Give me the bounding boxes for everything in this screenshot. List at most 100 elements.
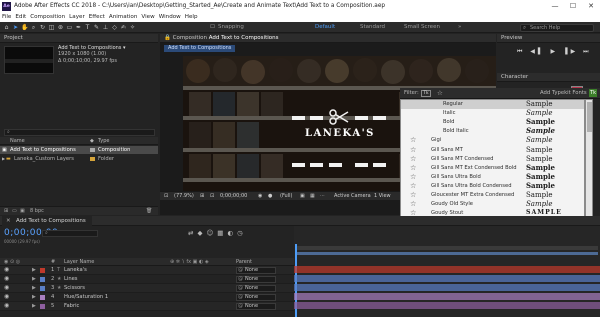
hand-tool-icon[interactable]: ✋ (21, 24, 28, 31)
parent-dropdown[interactable]: @ None (236, 276, 276, 283)
layer-label-color[interactable] (40, 304, 45, 309)
visibility-eye-icon[interactable]: ◉ (4, 302, 9, 311)
project-col-name[interactable]: Name (10, 137, 25, 145)
show-channel-icon[interactable]: ● (268, 192, 272, 201)
favorite-star-icon[interactable]: ☆ (410, 135, 416, 145)
twirl-arrow-icon[interactable]: ▶ (32, 266, 36, 275)
font-list-item[interactable]: Bold Italic Sample (401, 126, 584, 136)
shy-layers-icon[interactable]: ☺ (206, 229, 217, 237)
add-typekit-fonts-link[interactable]: Add Typekit Fonts (540, 90, 587, 96)
workspace-overflow-icon[interactable]: » (458, 24, 461, 30)
workspace-standard[interactable]: Standard (360, 24, 385, 30)
region-of-interest-icon[interactable]: ▣ (300, 192, 305, 201)
work-area-bar[interactable] (296, 246, 598, 250)
layer-label-color[interactable] (40, 268, 45, 273)
composition-timecode[interactable]: 0;00;00;00 (220, 192, 247, 201)
motion-blur-icon[interactable]: ◐ (227, 229, 237, 237)
composition-panel-title[interactable]: Composition (173, 35, 207, 41)
font-list-item[interactable]: ☆ Gill Sans Ultra Bold Sample (401, 172, 584, 182)
composition-zoom[interactable]: (77.9%) (174, 192, 194, 201)
menu-layer[interactable]: Layer (69, 14, 85, 20)
parent-dropdown[interactable]: @ None (236, 294, 276, 301)
layer-row[interactable]: ◉ ▶ 3 ★ Scissors @ None (0, 284, 294, 293)
font-list-item[interactable]: ☆ Gill Sans MT Condensed Sample (401, 154, 584, 164)
project-bpc[interactable]: 8 bpc (30, 207, 44, 216)
layer-name[interactable]: Scissors (64, 284, 85, 293)
font-list-item[interactable]: Bold Sample (401, 117, 584, 127)
preview-panel-title[interactable]: Preview (497, 34, 600, 43)
visibility-eye-icon[interactable]: ◉ (4, 293, 9, 302)
layer-row[interactable]: ◉ ▶ 5 Fabric @ None (0, 302, 294, 311)
typekit-filter-icon[interactable]: Tk (421, 90, 431, 97)
character-panel-title[interactable]: Character (497, 73, 600, 82)
workspace-default[interactable]: Default (315, 24, 335, 30)
col-parent[interactable]: Parent (236, 258, 252, 266)
visibility-eye-icon[interactable]: ◉ (4, 275, 9, 284)
frame-blending-icon[interactable]: ▦ (217, 229, 227, 237)
zoom-tool-icon[interactable]: ⌕ (30, 24, 37, 31)
always-preview-icon[interactable]: ⊡ (164, 192, 168, 201)
parent-dropdown[interactable]: @ None (236, 285, 276, 292)
project-search-input[interactable]: ⌕ (4, 129, 155, 136)
favorites-filter-icon[interactable]: ☆ (437, 89, 443, 97)
close-tab-icon[interactable]: ✕ (6, 216, 11, 226)
selection-tool-icon[interactable]: ➤ (12, 24, 19, 31)
type-tool-icon[interactable]: T (84, 24, 91, 31)
font-list-item[interactable]: ☆ Gill Sans MT Ext Condensed Bold Sample (401, 163, 584, 173)
project-item-composition[interactable]: ▣ Add Text to Compositions Composition (0, 146, 158, 154)
pickwhip-icon[interactable]: @ (238, 295, 243, 300)
twirl-arrow-icon[interactable]: ▶ (32, 302, 36, 311)
pickwhip-icon[interactable]: @ (238, 268, 243, 273)
3d-renderer-icon[interactable]: ⋯ (320, 192, 325, 201)
twirl-arrow-icon[interactable]: ▶ (32, 293, 36, 302)
timeline-tab[interactable]: ✕ Add Text to Compositions (2, 216, 92, 226)
font-list-item[interactable]: ☆ Gill Sans MT Sample (401, 145, 584, 155)
snapshot-icon[interactable]: ◉ (258, 192, 262, 201)
views-dropdown[interactable]: 1 View (374, 192, 391, 201)
minimize-button[interactable]: — (546, 0, 564, 12)
transparency-grid-icon[interactable]: ▦ (310, 192, 315, 201)
visibility-eye-icon[interactable]: ◉ (4, 266, 9, 275)
menu-animation[interactable]: Animation (109, 14, 138, 20)
snapping-checkbox-icon[interactable]: ☐ (209, 24, 216, 31)
project-item-folder[interactable]: ▶ ▬ Laneka_Custom Layers Folder (0, 155, 158, 163)
composition-panel-name[interactable]: Add Text to Compositions (209, 35, 279, 41)
twirl-arrow-icon[interactable]: ▶ (32, 284, 36, 293)
menu-edit[interactable]: Edit (15, 14, 26, 20)
interpret-footage-icon[interactable]: ⊞ (4, 207, 8, 216)
layer-name[interactable]: Laneka's (64, 266, 87, 275)
menu-view[interactable]: View (141, 14, 154, 20)
pickwhip-icon[interactable]: @ (238, 277, 243, 282)
close-button[interactable]: ✕ (582, 0, 600, 12)
pan-behind-tool-icon[interactable]: ⊛ (57, 24, 64, 31)
clone-stamp-tool-icon[interactable]: ⊥ (102, 24, 109, 31)
timeline-search-input[interactable]: ⌕ (42, 230, 98, 237)
preview-controls[interactable]: ⏮ ◀▌ ▶ ▐▶ ⏭ (517, 48, 592, 56)
layer-duration-bar[interactable] (294, 275, 600, 282)
layer-name[interactable]: Fabric (64, 302, 79, 311)
camera-tool-icon[interactable]: ◫ (48, 24, 55, 31)
safe-areas-icon[interactable]: ⊡ (210, 192, 214, 201)
composition-tab[interactable]: Add Text to Compositions (164, 45, 236, 52)
typekit-icon[interactable]: Tk (589, 89, 597, 97)
parent-dropdown[interactable]: @ None (236, 303, 276, 310)
font-list-item[interactable]: ☆ Gigi Sample (401, 135, 584, 145)
home-icon[interactable]: ⌂ (3, 24, 10, 31)
parent-dropdown[interactable]: @ None (236, 267, 276, 274)
project-panel-title[interactable]: Project (0, 34, 158, 43)
search-help-field[interactable]: ⌕ Search Help (520, 24, 594, 32)
new-folder-icon[interactable]: ▭ (12, 207, 17, 216)
layer-row[interactable]: ◉ ▶ 2 ★ Lines @ None (0, 275, 294, 284)
layer-label-color[interactable] (40, 295, 45, 300)
pickwhip-icon[interactable]: @ (238, 304, 243, 309)
pen-tool-icon[interactable]: ✒ (75, 24, 82, 31)
trash-icon[interactable]: 🗑 (146, 207, 152, 216)
layer-row[interactable]: ◉ ▶ 4 Hue/Saturation 1 @ None (0, 293, 294, 302)
disclosure-triangle-icon[interactable]: ▶ (2, 155, 5, 163)
scrollbar-thumb[interactable] (587, 102, 592, 132)
time-ruler[interactable] (296, 252, 598, 255)
layer-duration-bar[interactable] (294, 266, 600, 273)
font-list-item[interactable]: Regular Sample (401, 100, 584, 109)
layer-name[interactable]: Hue/Saturation 1 (64, 293, 108, 302)
menu-help[interactable]: Help (185, 14, 198, 20)
